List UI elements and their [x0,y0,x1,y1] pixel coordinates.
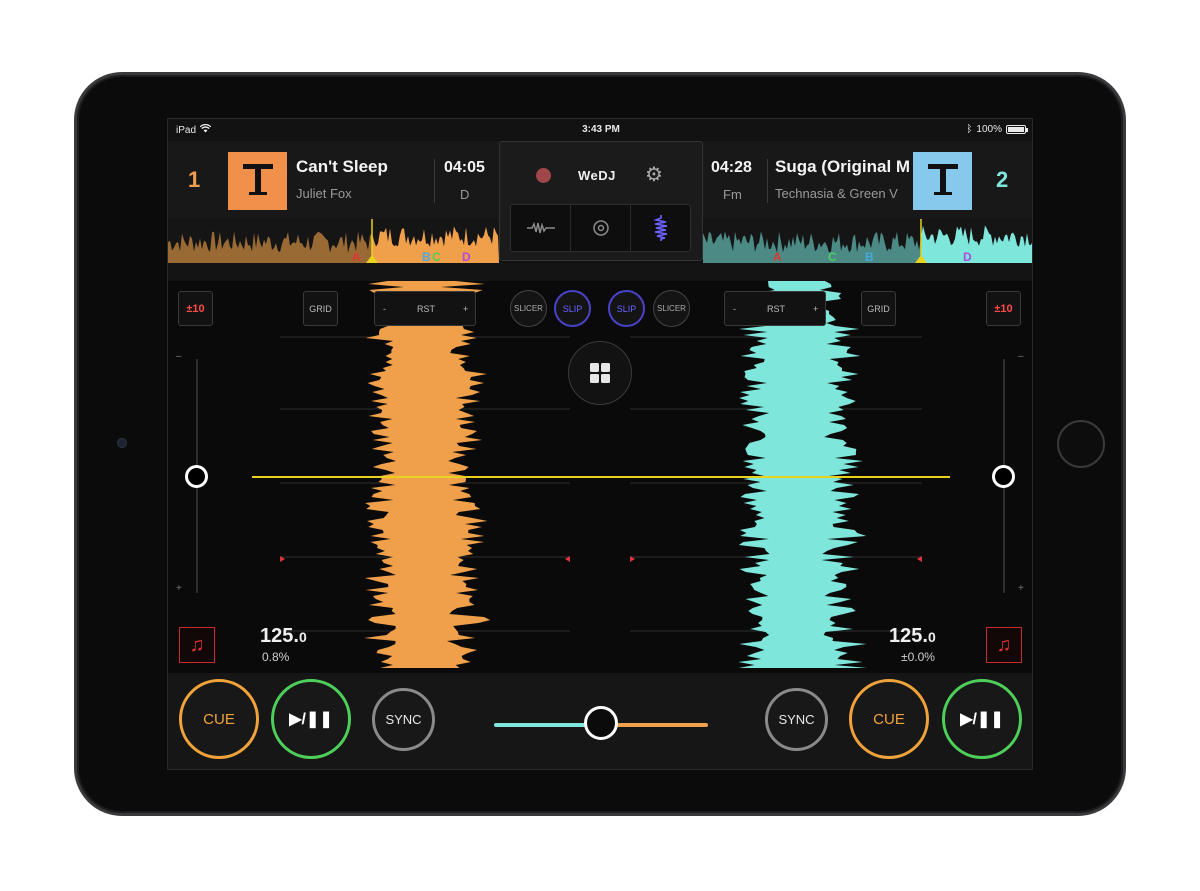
app-screen: iPad 3:43 PM ᛒ 100% 1 Can't Sleep Juliet… [167,118,1033,770]
deck1-grid-minus[interactable]: - [383,304,386,314]
deck2-bpm: 125.0 [889,625,936,647]
divider [434,159,435,203]
record-button[interactable] [536,168,551,183]
deck2-play-pause-button[interactable]: ▶/❚❚ [942,679,1022,759]
cue-marker-C: C [432,250,441,263]
waveform-icon [526,221,555,234]
main-deck-area: ±10 GRID - RST + SLICER SLIP SLIP SLICER… [168,281,1033,673]
vertical-waveform-icon [652,215,667,241]
deck1-play-pause-button[interactable]: ▶/❚❚ [271,679,351,759]
deck1-cue-button[interactable]: CUE [179,679,259,759]
cue-marker-C: C [828,250,837,263]
deck2-metronome-button[interactable]: ♫ [986,627,1022,663]
deck2-number: 2 [996,167,1009,192]
deck2-tempo-plus-mark: + [1018,583,1024,594]
home-button[interactable] [1057,420,1105,468]
deck2-grid-plus[interactable]: + [813,304,818,314]
deck2-time: 04:28 [711,159,752,176]
deck1-slip-button[interactable]: SLIP [554,290,591,327]
status-bar: iPad 3:43 PM ᛒ 100% [168,119,1032,141]
divider [767,159,768,203]
waveform-mode-button[interactable] [511,205,571,251]
transport-bar: CUE ▶/❚❚ SYNC SYNC CUE ▶/❚❚ [168,673,1032,769]
bluetooth-icon: ᛒ [966,124,973,135]
deck1-grid-adjust[interactable]: - RST + [374,291,476,326]
center-panel: WeDJ ⚙ [499,141,703,261]
deck2-cue-button[interactable]: CUE [849,679,929,759]
deck1-metronome-button[interactable]: ♫ [179,627,215,663]
gear-icon[interactable]: ⚙ [643,164,665,186]
deck2-overview-waveform[interactable]: ACBD [703,219,1032,263]
grid-icon [590,363,610,383]
music-note-icon: ♫ [189,633,205,656]
battery-percent: 100% [976,124,1002,135]
deck2-grid-reset[interactable]: RST [767,304,785,314]
deck2-overview-svg: ACBD [703,219,1032,263]
deck1-tempo-minus-mark: – [176,351,182,362]
deck1-pitch: 0.8% [262,650,290,664]
crossfader-knob[interactable] [584,706,618,740]
deck2-header[interactable]: 04:28 Fm Suga (Original M Technasia & Gr… [703,141,1032,219]
deck2-grid-minus[interactable]: - [733,304,736,314]
cue-marker-B: B [422,250,431,263]
deck1-tempo-plus-mark: + [176,583,182,594]
deck2-vertical-waveform [738,281,868,668]
deck1-slicer-button[interactable]: SLICER [510,290,547,327]
divider-strip [168,263,1032,281]
music-note-icon: ♫ [996,633,1012,656]
deck1-number: 1 [188,167,201,192]
deck2-grid-adjust[interactable]: - RST + [724,291,826,326]
deck1-bpm: 125.0 [260,625,307,647]
deck1-sync-button[interactable]: SYNC [372,688,435,751]
cue-marker-D: D [462,250,471,263]
deck1-grid-button[interactable]: GRID [303,291,338,326]
deck2-tempo-minus-mark: – [1018,351,1024,362]
label-logo-icon [242,164,273,198]
jog-mode-button[interactable] [571,205,631,251]
cue-marker-A: A [352,250,361,263]
deck1-grid-reset[interactable]: RST [417,304,435,314]
deck2-pitch-range-button[interactable]: ±10 [986,291,1021,326]
deck1-overview-waveform[interactable]: A BC D [168,219,499,263]
deck1-track-artist: Juliet Fox [296,186,352,201]
vertical-waveform-display[interactable] [168,281,1033,673]
deck1-track-title: Can't Sleep [296,157,388,176]
deck1-artwork [228,152,287,210]
deck1-grid-plus[interactable]: + [463,304,468,314]
cue-marker-B: B [865,250,874,263]
pad-menu-button[interactable] [568,341,632,405]
label-logo-icon [927,164,958,198]
clock: 3:43 PM [582,124,620,135]
deck2-artwork [913,152,972,210]
cue-marker-D: D [963,250,972,263]
cue-marker-A: A [773,250,782,263]
deck2-slicer-button[interactable]: SLICER [653,290,690,327]
app-logo: WeDJ [578,168,616,183]
deck1-header[interactable]: 1 Can't Sleep Juliet Fox 04:05 D [168,141,499,219]
camera [117,438,127,448]
deck2-key: Fm [723,187,742,202]
battery-icon [1006,125,1028,134]
deck2-pitch: ±0.0% [901,650,935,664]
deck2-slip-button[interactable]: SLIP [608,290,645,327]
deck2-track-title: Suga (Original M [775,157,909,176]
deck1-vertical-waveform [364,281,491,668]
deck1-tempo-knob[interactable] [185,465,208,488]
deck2-sync-button[interactable]: SYNC [765,688,828,751]
deck1-overview-svg: A BC D [168,219,499,263]
deck2-grid-button[interactable]: GRID [861,291,896,326]
deck2-track-artist: Technasia & Green V [775,186,898,201]
deck1-key: D [460,187,470,202]
jog-wheel-icon [592,220,609,236]
vertical-waveform-mode-button[interactable] [631,205,690,251]
deck2-tempo-knob[interactable] [992,465,1015,488]
deck1-time: 04:05 [444,159,485,176]
deck1-pitch-range-button[interactable]: ±10 [178,291,213,326]
view-mode-selector [510,204,691,252]
